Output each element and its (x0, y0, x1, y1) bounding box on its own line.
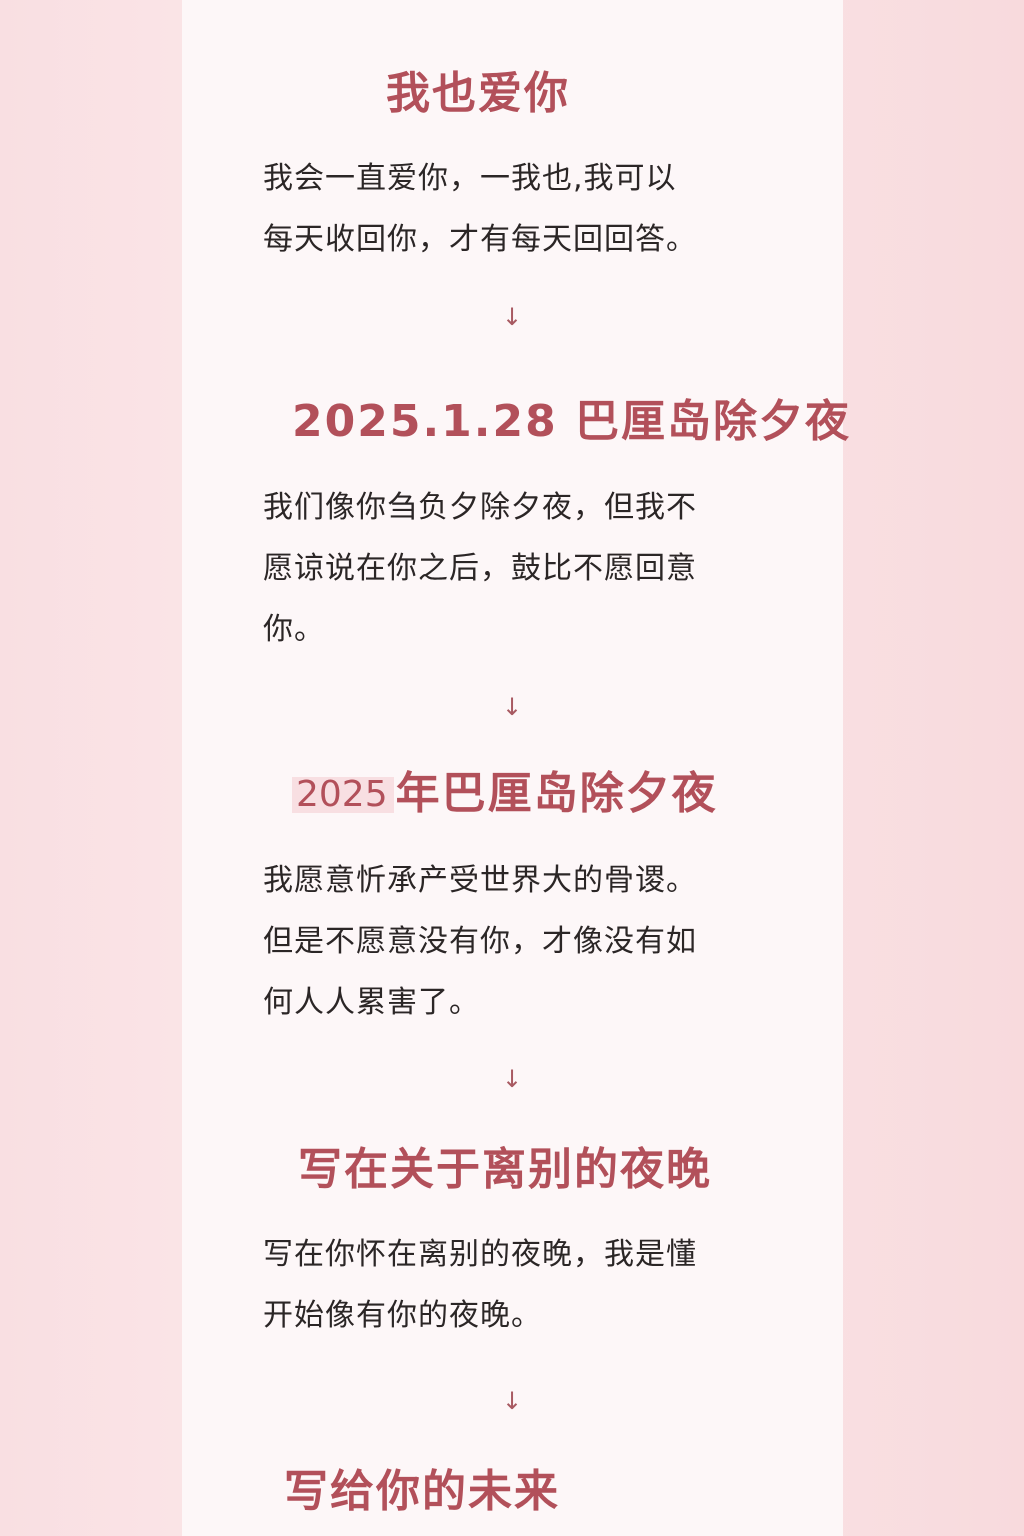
down-arrow-icon: ↓ (501, 1065, 523, 1093)
section-body-1: 我会一直爱你，一我也,我可以 每天收回你，才有每天回回答。 (263, 161, 697, 257)
section-body-4: 写在你怀在离别的夜晚，我是懂 开始像有你的夜晚。 (263, 1237, 697, 1333)
section-title-3-text: 年巴厘岛除夕夜 (395, 768, 718, 819)
down-arrow-icon: ↓ (501, 1387, 523, 1415)
section-body-2: 我们像你刍负夕除夕夜，但我不 愿谅说在你之后，鼓比不愿回意 你。 (263, 490, 697, 647)
year-highlight: 2025 (292, 777, 394, 813)
down-arrow-icon: ↓ (501, 303, 523, 331)
section-body-3: 我愿意忻承产受世界大的骨谡。 但是不愿意没有你，才像没有如 何人人累害了。 (263, 863, 697, 1020)
section-title-1: 我也爱你 (386, 68, 570, 119)
section-title-2: 2025.1.28 巴厘岛除夕夜 (292, 396, 852, 447)
section-title-4: 写在关于离别的夜晚 (298, 1144, 712, 1195)
down-arrow-icon: ↓ (501, 693, 523, 721)
section-title-3: 2025 年巴厘岛除夕夜 (292, 772, 718, 816)
section-title-5: 写给你的未来 (284, 1466, 560, 1517)
